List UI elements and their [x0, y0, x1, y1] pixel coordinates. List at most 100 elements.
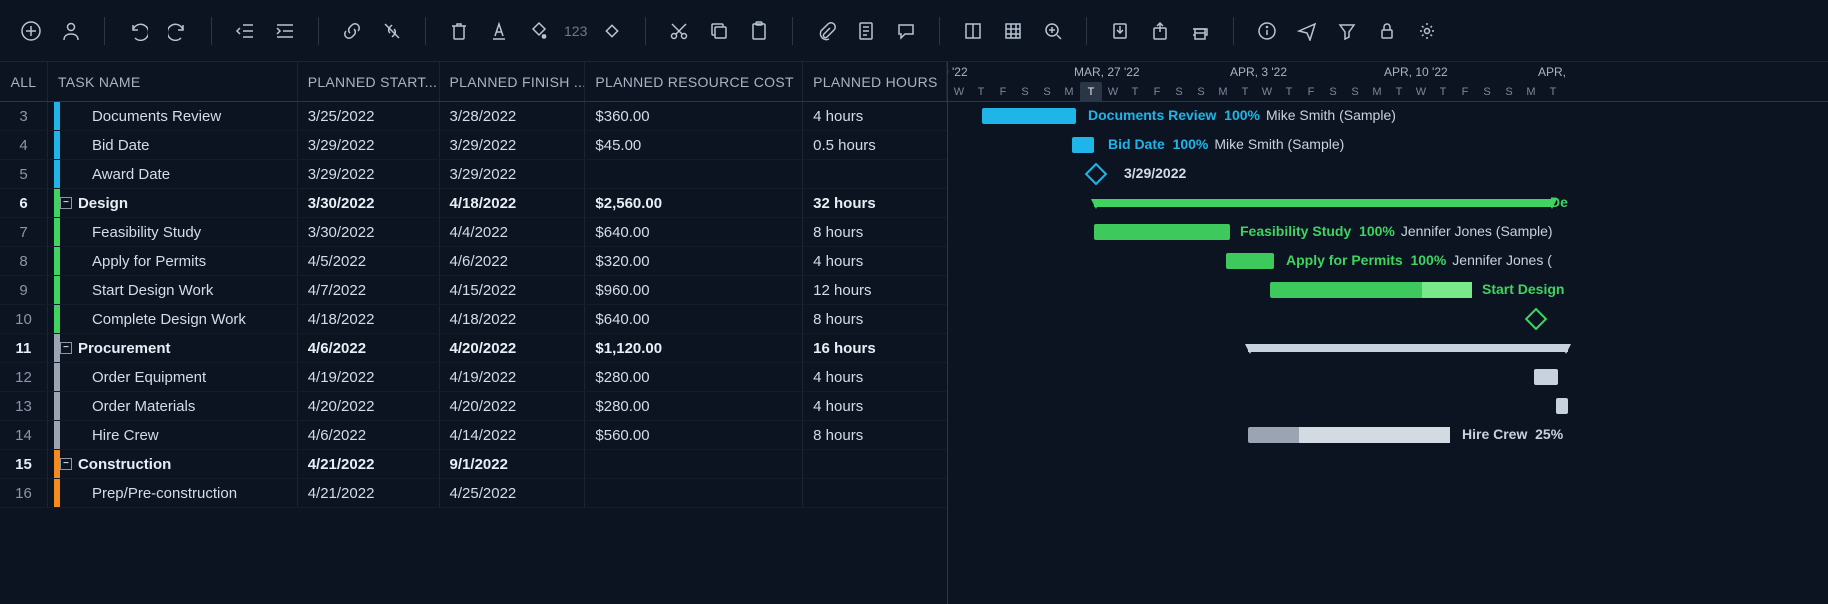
import-icon[interactable]	[1103, 14, 1137, 48]
cost-cell[interactable]: $560.00	[585, 421, 803, 449]
header-task[interactable]: TASK NAME	[48, 62, 298, 101]
row-index[interactable]: 11	[0, 334, 48, 362]
gantt-row[interactable]: Feasibility Study 100%Jennifer Jones (Sa…	[948, 218, 1828, 247]
header-start[interactable]: PLANNED START...	[298, 62, 440, 101]
task-bar[interactable]	[1270, 282, 1472, 298]
gantt-chart[interactable]: 0 '22MAR, 27 '22APR, 3 '22APR, 10 '22APR…	[948, 62, 1828, 604]
finish-cell[interactable]: 3/28/2022	[440, 102, 586, 130]
text-color-icon[interactable]	[482, 14, 516, 48]
redo-icon[interactable]	[161, 14, 195, 48]
task-bar[interactable]	[982, 108, 1076, 124]
task-cell[interactable]: Start Design Work	[48, 276, 298, 304]
table-row[interactable]: 3Documents Review3/25/20223/28/2022$360.…	[0, 102, 947, 131]
gantt-row[interactable]	[948, 334, 1828, 363]
header-hours[interactable]: PLANNED HOURS	[803, 62, 947, 101]
task-cell[interactable]: Hire Crew	[48, 421, 298, 449]
task-cell[interactable]: −Construction	[48, 450, 298, 478]
header-finish[interactable]: PLANNED FINISH ...	[440, 62, 586, 101]
table-row[interactable]: 8Apply for Permits4/5/20224/6/2022$320.0…	[0, 247, 947, 276]
cost-cell[interactable]	[585, 160, 803, 188]
task-cell[interactable]: −Procurement	[48, 334, 298, 362]
outdent-icon[interactable]	[228, 14, 262, 48]
finish-cell[interactable]: 4/18/2022	[440, 189, 586, 217]
table-row[interactable]: 7Feasibility Study3/30/20224/4/2022$640.…	[0, 218, 947, 247]
task-cell[interactable]: Complete Design Work	[48, 305, 298, 333]
columns-icon[interactable]	[956, 14, 990, 48]
cost-cell[interactable]: $2,560.00	[585, 189, 803, 217]
copy-icon[interactable]	[702, 14, 736, 48]
settings-icon[interactable]	[1410, 14, 1444, 48]
finish-cell[interactable]: 4/4/2022	[440, 218, 586, 246]
summary-bar[interactable]	[1248, 344, 1568, 352]
finish-cell[interactable]: 4/20/2022	[440, 392, 586, 420]
task-cell[interactable]: Bid Date	[48, 131, 298, 159]
table-row[interactable]: 6−Design3/30/20224/18/2022$2,560.0032 ho…	[0, 189, 947, 218]
start-cell[interactable]: 4/21/2022	[298, 479, 440, 507]
row-index[interactable]: 16	[0, 479, 48, 507]
cost-cell[interactable]: $640.00	[585, 218, 803, 246]
row-index[interactable]: 7	[0, 218, 48, 246]
start-cell[interactable]: 4/19/2022	[298, 363, 440, 391]
hours-cell[interactable]: 4 hours	[803, 392, 947, 420]
collapse-toggle[interactable]: −	[60, 197, 72, 209]
hours-cell[interactable]	[803, 450, 947, 478]
table-row[interactable]: 13Order Materials4/20/20224/20/2022$280.…	[0, 392, 947, 421]
task-cell[interactable]: Order Equipment	[48, 363, 298, 391]
start-cell[interactable]: 3/30/2022	[298, 189, 440, 217]
gantt-row[interactable]: Bid Date 100%Mike Smith (Sample)	[948, 131, 1828, 160]
cost-cell[interactable]: $320.00	[585, 247, 803, 275]
undo-icon[interactable]	[121, 14, 155, 48]
task-bar[interactable]	[1094, 224, 1230, 240]
task-cell[interactable]: Award Date	[48, 160, 298, 188]
summary-bar[interactable]	[1094, 199, 1554, 207]
row-index[interactable]: 13	[0, 392, 48, 420]
row-index[interactable]: 8	[0, 247, 48, 275]
row-index[interactable]: 10	[0, 305, 48, 333]
cut-icon[interactable]	[662, 14, 696, 48]
row-index[interactable]: 15	[0, 450, 48, 478]
task-bar[interactable]	[1072, 137, 1094, 153]
header-cost[interactable]: PLANNED RESOURCE COST	[585, 62, 803, 101]
cost-cell[interactable]: $1,120.00	[585, 334, 803, 362]
user-icon[interactable]	[54, 14, 88, 48]
row-index[interactable]: 6	[0, 189, 48, 217]
notes-icon[interactable]	[849, 14, 883, 48]
task-bar[interactable]	[1534, 369, 1558, 385]
task-bar[interactable]	[1226, 253, 1274, 269]
cost-cell[interactable]	[585, 479, 803, 507]
grid-icon[interactable]	[996, 14, 1030, 48]
link-icon[interactable]	[335, 14, 369, 48]
send-icon[interactable]	[1290, 14, 1324, 48]
finish-cell[interactable]: 9/1/2022	[440, 450, 586, 478]
hours-cell[interactable]: 32 hours	[803, 189, 947, 217]
start-cell[interactable]: 4/20/2022	[298, 392, 440, 420]
table-row[interactable]: 10Complete Design Work4/18/20224/18/2022…	[0, 305, 947, 334]
task-cell[interactable]: Prep/Pre-construction	[48, 479, 298, 507]
finish-cell[interactable]: 4/20/2022	[440, 334, 586, 362]
zoom-icon[interactable]	[1036, 14, 1070, 48]
gantt-row[interactable]: Documents Review 100%Mike Smith (Sample)	[948, 102, 1828, 131]
start-cell[interactable]: 4/5/2022	[298, 247, 440, 275]
filter-icon[interactable]	[1330, 14, 1364, 48]
finish-cell[interactable]: 4/6/2022	[440, 247, 586, 275]
milestone-marker[interactable]	[1085, 163, 1108, 186]
print-icon[interactable]	[1183, 14, 1217, 48]
collapse-toggle[interactable]: −	[60, 458, 72, 470]
hours-cell[interactable]	[803, 160, 947, 188]
add-icon[interactable]	[14, 14, 48, 48]
fill-color-icon[interactable]	[522, 14, 556, 48]
hours-cell[interactable]: 12 hours	[803, 276, 947, 304]
start-cell[interactable]: 4/18/2022	[298, 305, 440, 333]
finish-cell[interactable]: 4/14/2022	[440, 421, 586, 449]
comment-icon[interactable]	[889, 14, 923, 48]
start-cell[interactable]: 3/25/2022	[298, 102, 440, 130]
finish-cell[interactable]: 4/18/2022	[440, 305, 586, 333]
collapse-toggle[interactable]: −	[60, 342, 72, 354]
task-cell[interactable]: Documents Review	[48, 102, 298, 130]
info-icon[interactable]	[1250, 14, 1284, 48]
table-row[interactable]: 15−Construction4/21/20229/1/2022	[0, 450, 947, 479]
cost-cell[interactable]: $45.00	[585, 131, 803, 159]
gantt-row[interactable]	[948, 363, 1828, 392]
milestone-icon[interactable]	[595, 14, 629, 48]
start-cell[interactable]: 4/7/2022	[298, 276, 440, 304]
